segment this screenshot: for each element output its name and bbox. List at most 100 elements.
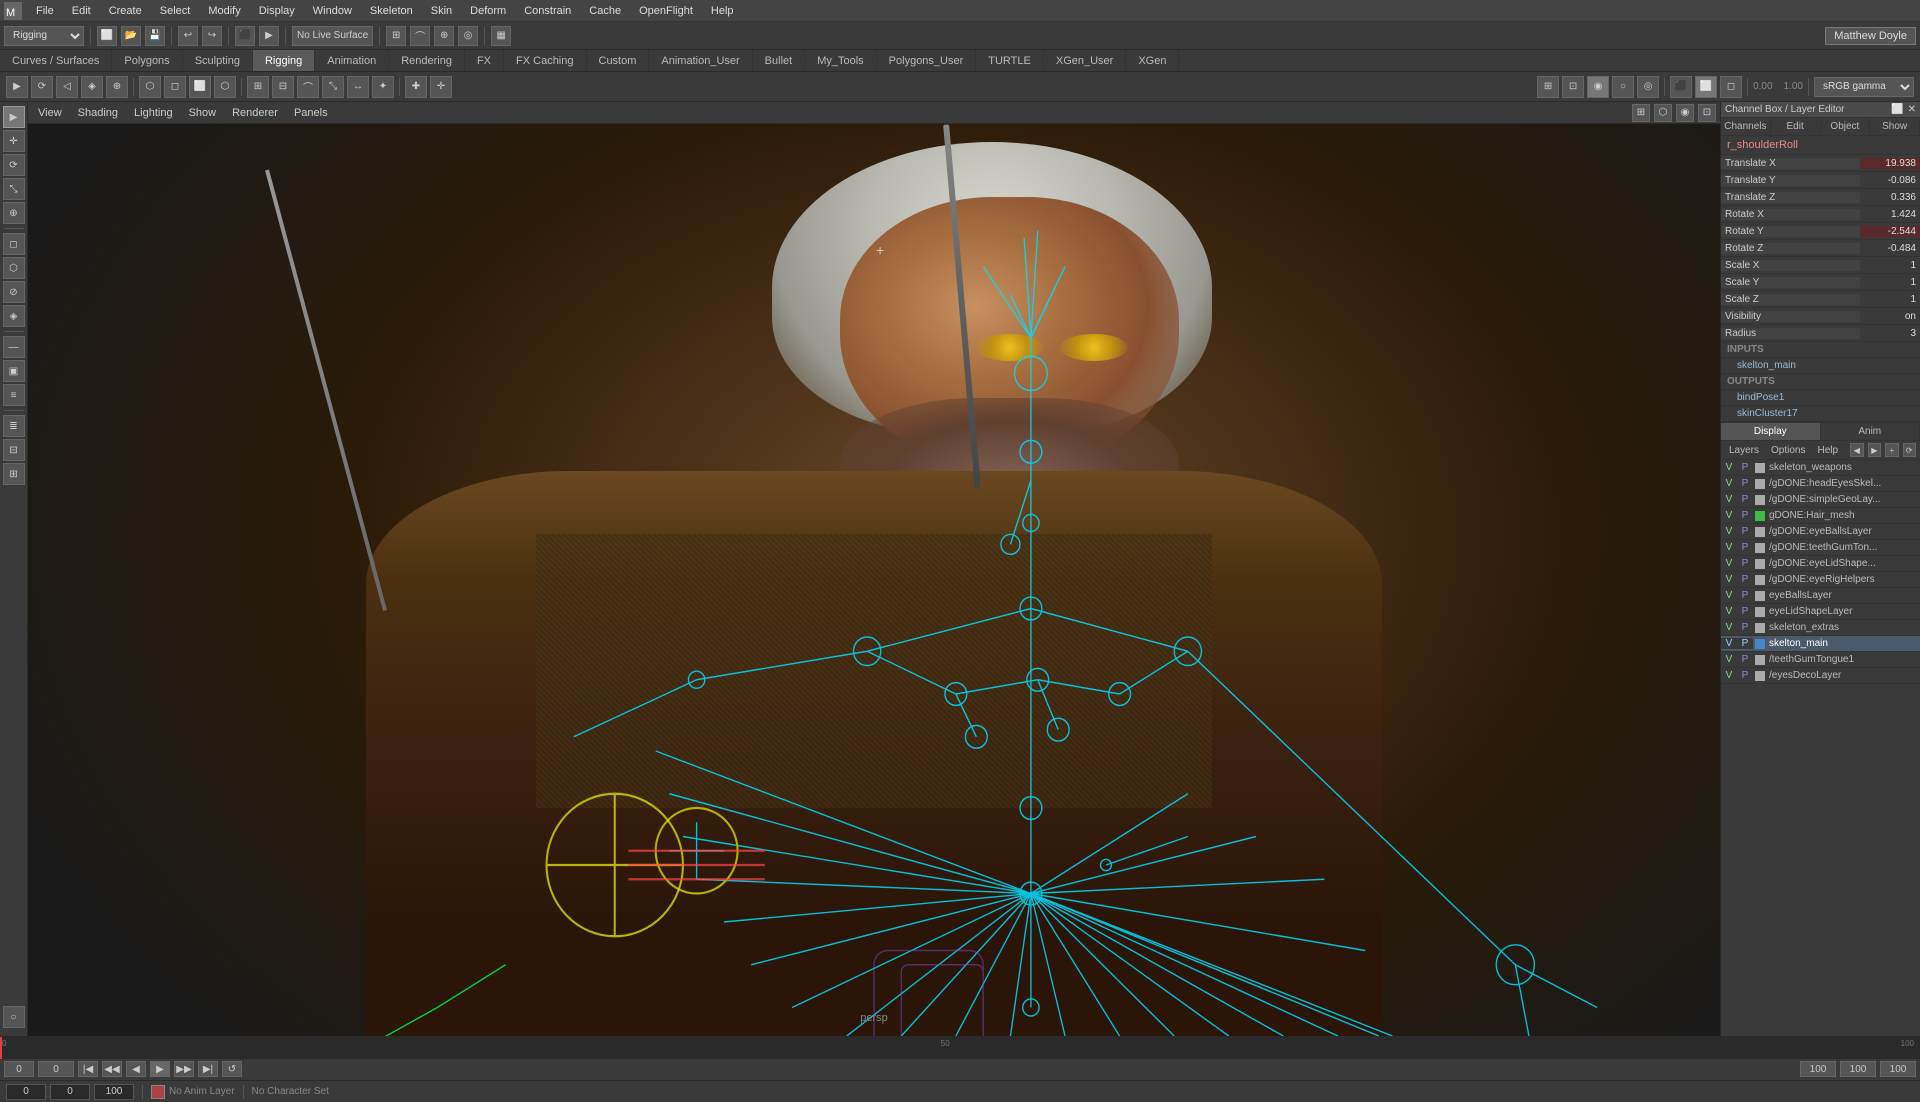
menu-create[interactable]: Create [101,3,150,19]
options-menu[interactable]: Options [1767,444,1809,457]
menu-cache[interactable]: Cache [581,3,629,19]
channel-rotate-y[interactable]: Rotate Y -2.544 [1721,223,1920,240]
menu-window[interactable]: Window [305,3,360,19]
layer-refresh-btn[interactable]: ⟳ [1903,443,1916,457]
vp-icon-1[interactable]: ⊞ [1632,104,1650,122]
cb-tab-channels[interactable]: Channels [1721,118,1771,135]
current-frame-input[interactable] [38,1061,74,1077]
layer-playback-btn[interactable]: P [1737,638,1753,649]
user-badge[interactable]: Matthew Doyle [1825,27,1916,45]
tab-polygons[interactable]: Polygons [112,50,182,71]
menu-openflight[interactable]: OpenFlight [631,3,701,19]
channel-radius[interactable]: Radius 3 [1721,325,1920,342]
tab-anim[interactable]: Anim [1821,423,1920,440]
layer-visibility-btn[interactable]: V [1721,606,1737,617]
vp-shading-menu[interactable]: Shading [72,103,124,123]
output-bindpose1[interactable]: bindPose1 [1721,390,1920,406]
lattice-tool[interactable]: ⬡ [3,257,25,279]
menu-help[interactable]: Help [703,3,742,19]
range-start-input[interactable] [1800,1061,1836,1077]
ik-handle-btn[interactable]: ⌒ [297,76,319,98]
layer-teeth[interactable]: V P /gDONE:teethGumTon... [1721,540,1920,556]
vp-panels-menu[interactable]: Panels [288,103,334,123]
layer-visibility-btn[interactable]: V [1721,494,1737,505]
play-forward-btn[interactable]: ▶ [150,1061,170,1077]
channel-value[interactable]: -0.086 [1860,175,1920,186]
layer-add-btn[interactable]: + [1885,443,1898,457]
loop-btn[interactable]: ↺ [222,1061,242,1077]
layer-eyeballs2[interactable]: V P eyeBallsLayer [1721,588,1920,604]
channel-scale-z[interactable]: Scale Z 1 [1721,291,1920,308]
layer-playback-btn[interactable]: P [1737,494,1753,505]
vp-opt1[interactable]: ⊞ [1537,76,1559,98]
layer-skeleton-weapons[interactable]: V P skeleton_weapons [1721,460,1920,476]
layer-playback-btn[interactable]: P [1737,510,1753,521]
paint-select-btn[interactable]: ◁ [56,76,78,98]
menu-deform[interactable]: Deform [462,3,514,19]
menu-modify[interactable]: Modify [200,3,248,19]
layers-help-menu[interactable]: Help [1813,444,1842,457]
color-profile-select[interactable]: sRGB gamma [1814,77,1914,97]
tab-rendering[interactable]: Rendering [389,50,465,71]
transform-btn[interactable]: ⬡ [139,76,161,98]
menu-edit[interactable]: Edit [64,3,99,19]
show-manip[interactable]: — [3,336,25,358]
rotate-tool[interactable]: ⟳ [3,154,25,176]
sculpt-tool[interactable]: ⊘ [3,281,25,303]
plus-btn[interactable]: ✚ [405,76,427,98]
channel-rotate-x[interactable]: Rotate X 1.424 [1721,206,1920,223]
tab-curves-surfaces[interactable]: Curves / Surfaces [0,50,112,71]
layer-skelton-main[interactable]: V P skelton_main [1721,636,1920,652]
help-line-btn[interactable]: ○ [3,1006,25,1028]
select-tool-btn[interactable]: ▶ [6,76,28,98]
layer-scroll-right[interactable]: ▶ [1868,443,1881,457]
universal-manip[interactable]: ⊕ [3,202,25,224]
new-scene-btn[interactable]: ⬜ [97,26,117,46]
tab-custom[interactable]: Custom [587,50,650,71]
layer-playback-btn[interactable]: P [1737,574,1753,585]
custom-tool-1[interactable]: ▣ [3,360,25,382]
layer-visibility-btn[interactable]: V [1721,462,1737,473]
undo-btn[interactable]: ↩ [178,26,198,46]
tab-xgen[interactable]: XGen [1126,50,1179,71]
mode-select[interactable]: Rigging [4,26,84,46]
channel-value[interactable]: 3 [1860,328,1920,339]
snap-fk-btn[interactable]: ⊟ [272,76,294,98]
soft-mod[interactable]: ◻ [3,233,25,255]
channel-value[interactable]: -0.484 [1860,243,1920,254]
vp-opt2[interactable]: ⊡ [1562,76,1584,98]
menu-constrain[interactable]: Constrain [516,3,579,19]
output-skincluster17[interactable]: skinCluster17 [1721,406,1920,422]
layer-playback-btn[interactable]: P [1737,558,1753,569]
ipr-btn[interactable]: ▶ [259,26,279,46]
vp-icon-4[interactable]: ⊡ [1698,104,1716,122]
layer-visibility-btn[interactable]: V [1721,670,1737,681]
menu-skeleton[interactable]: Skeleton [362,3,421,19]
layer-eyesdeco[interactable]: V P /eyesDecoLayer [1721,668,1920,684]
channel-translate-x[interactable]: Translate X 19.938 [1721,155,1920,172]
snap-grid-btn[interactable]: ⊞ [386,26,406,46]
channel-translate-z[interactable]: Translate Z 0.336 [1721,189,1920,206]
vp-icon-3[interactable]: ◉ [1676,104,1694,122]
open-scene-btn[interactable]: 📂 [121,26,141,46]
layer-playback-btn[interactable]: P [1737,590,1753,601]
tab-mytools[interactable]: My_Tools [805,50,876,71]
layer-playback-btn[interactable]: P [1737,478,1753,489]
tab-fx[interactable]: FX [465,50,504,71]
layer-playback-btn[interactable]: P [1737,654,1753,665]
status-frame-start[interactable] [6,1084,46,1100]
status-frame-current[interactable] [50,1084,90,1100]
layer-eyelid2[interactable]: V P eyeLidShapeLayer [1721,604,1920,620]
render-btn[interactable]: ⬛ [235,26,255,46]
channel-value[interactable]: on [1860,311,1920,322]
paint-weights[interactable]: ◈ [3,305,25,327]
layer-visibility-btn[interactable]: V [1721,622,1737,633]
layer-skeleton-extras[interactable]: V P skeleton_extras [1721,620,1920,636]
joint-btn[interactable]: ✦ [372,76,394,98]
layer-visibility-btn[interactable]: V [1721,478,1737,489]
menu-select[interactable]: Select [152,3,199,19]
vp-opt3[interactable]: ◉ [1587,76,1609,98]
snap-view-btn[interactable]: ◎ [458,26,478,46]
tab-turtle[interactable]: TURTLE [976,50,1044,71]
lasso-select-btn[interactable]: ⟳ [31,76,53,98]
